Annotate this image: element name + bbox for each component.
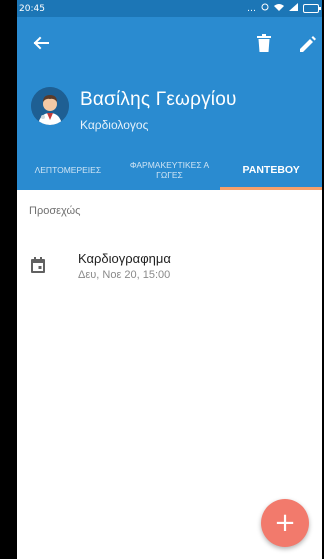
battery-icon xyxy=(303,4,321,13)
avatar xyxy=(31,87,69,125)
pencil-icon xyxy=(300,36,316,52)
tab-details[interactable]: ΛΕΠΤΟΜΕΡΕΙΕΣ xyxy=(17,150,119,190)
arrow-left-icon xyxy=(33,36,49,50)
trash-icon xyxy=(257,34,271,52)
tab-label: ΡΑΝΤΕΒΟΥ xyxy=(242,164,300,176)
toolbar xyxy=(17,17,322,75)
doctor-specialty: Καρδιολογος xyxy=(80,118,149,132)
appointment-list-item[interactable]: Καρδιογραφημα Δευ, Νοε 20, 15:00 xyxy=(17,245,322,291)
dots-icon: … xyxy=(247,3,256,14)
status-icons: … xyxy=(247,3,321,14)
back-button[interactable] xyxy=(29,31,53,55)
appointment-datetime: Δευ, Νοε 20, 15:00 xyxy=(78,269,171,281)
plus-icon: + xyxy=(274,508,296,538)
doctor-name: Βασίλης Γεωργίου xyxy=(80,89,237,110)
status-time: 20:45 xyxy=(19,3,45,14)
wifi-icon xyxy=(274,3,284,14)
delete-button[interactable] xyxy=(257,34,275,54)
alarm-icon xyxy=(261,3,269,14)
calendar-icon xyxy=(31,257,45,273)
add-appointment-button[interactable]: + xyxy=(261,499,309,547)
tab-label: ΦΑΡΜΑΚΕΥΤΙΚΕΣ ΑΓΩΓΕΣ xyxy=(129,160,210,180)
tab-label: ΛΕΠΤΟΜΕΡΕΙΕΣ xyxy=(34,165,102,175)
appointment-title: Καρδιογραφημα xyxy=(78,251,171,266)
status-bar: 20:45 … xyxy=(17,0,322,17)
app-screen: 20:45 … Βασίλης Γεωργίου Καρδιολογος ΛΕΠ… xyxy=(17,0,322,559)
signal-icon xyxy=(289,3,298,14)
tab-appointments[interactable]: ΡΑΝΤΕΒΟΥ xyxy=(220,150,322,190)
doctor-avatar-icon xyxy=(31,87,69,125)
tab-bar: ΛΕΠΤΟΜΕΡΕΙΕΣ ΦΑΡΜΑΚΕΥΤΙΚΕΣ ΑΓΩΓΕΣ ΡΑΝΤΕΒ… xyxy=(17,150,322,190)
section-title-upcoming: Προσεχώς xyxy=(29,205,81,217)
tab-medications[interactable]: ΦΑΡΜΑΚΕΥΤΙΚΕΣ ΑΓΩΓΕΣ xyxy=(119,150,221,190)
profile-header: Βασίλης Γεωργίου Καρδιολογος ΛΕΠΤΟΜΕΡΕΙΕ… xyxy=(17,17,322,190)
edit-button[interactable] xyxy=(299,35,317,53)
